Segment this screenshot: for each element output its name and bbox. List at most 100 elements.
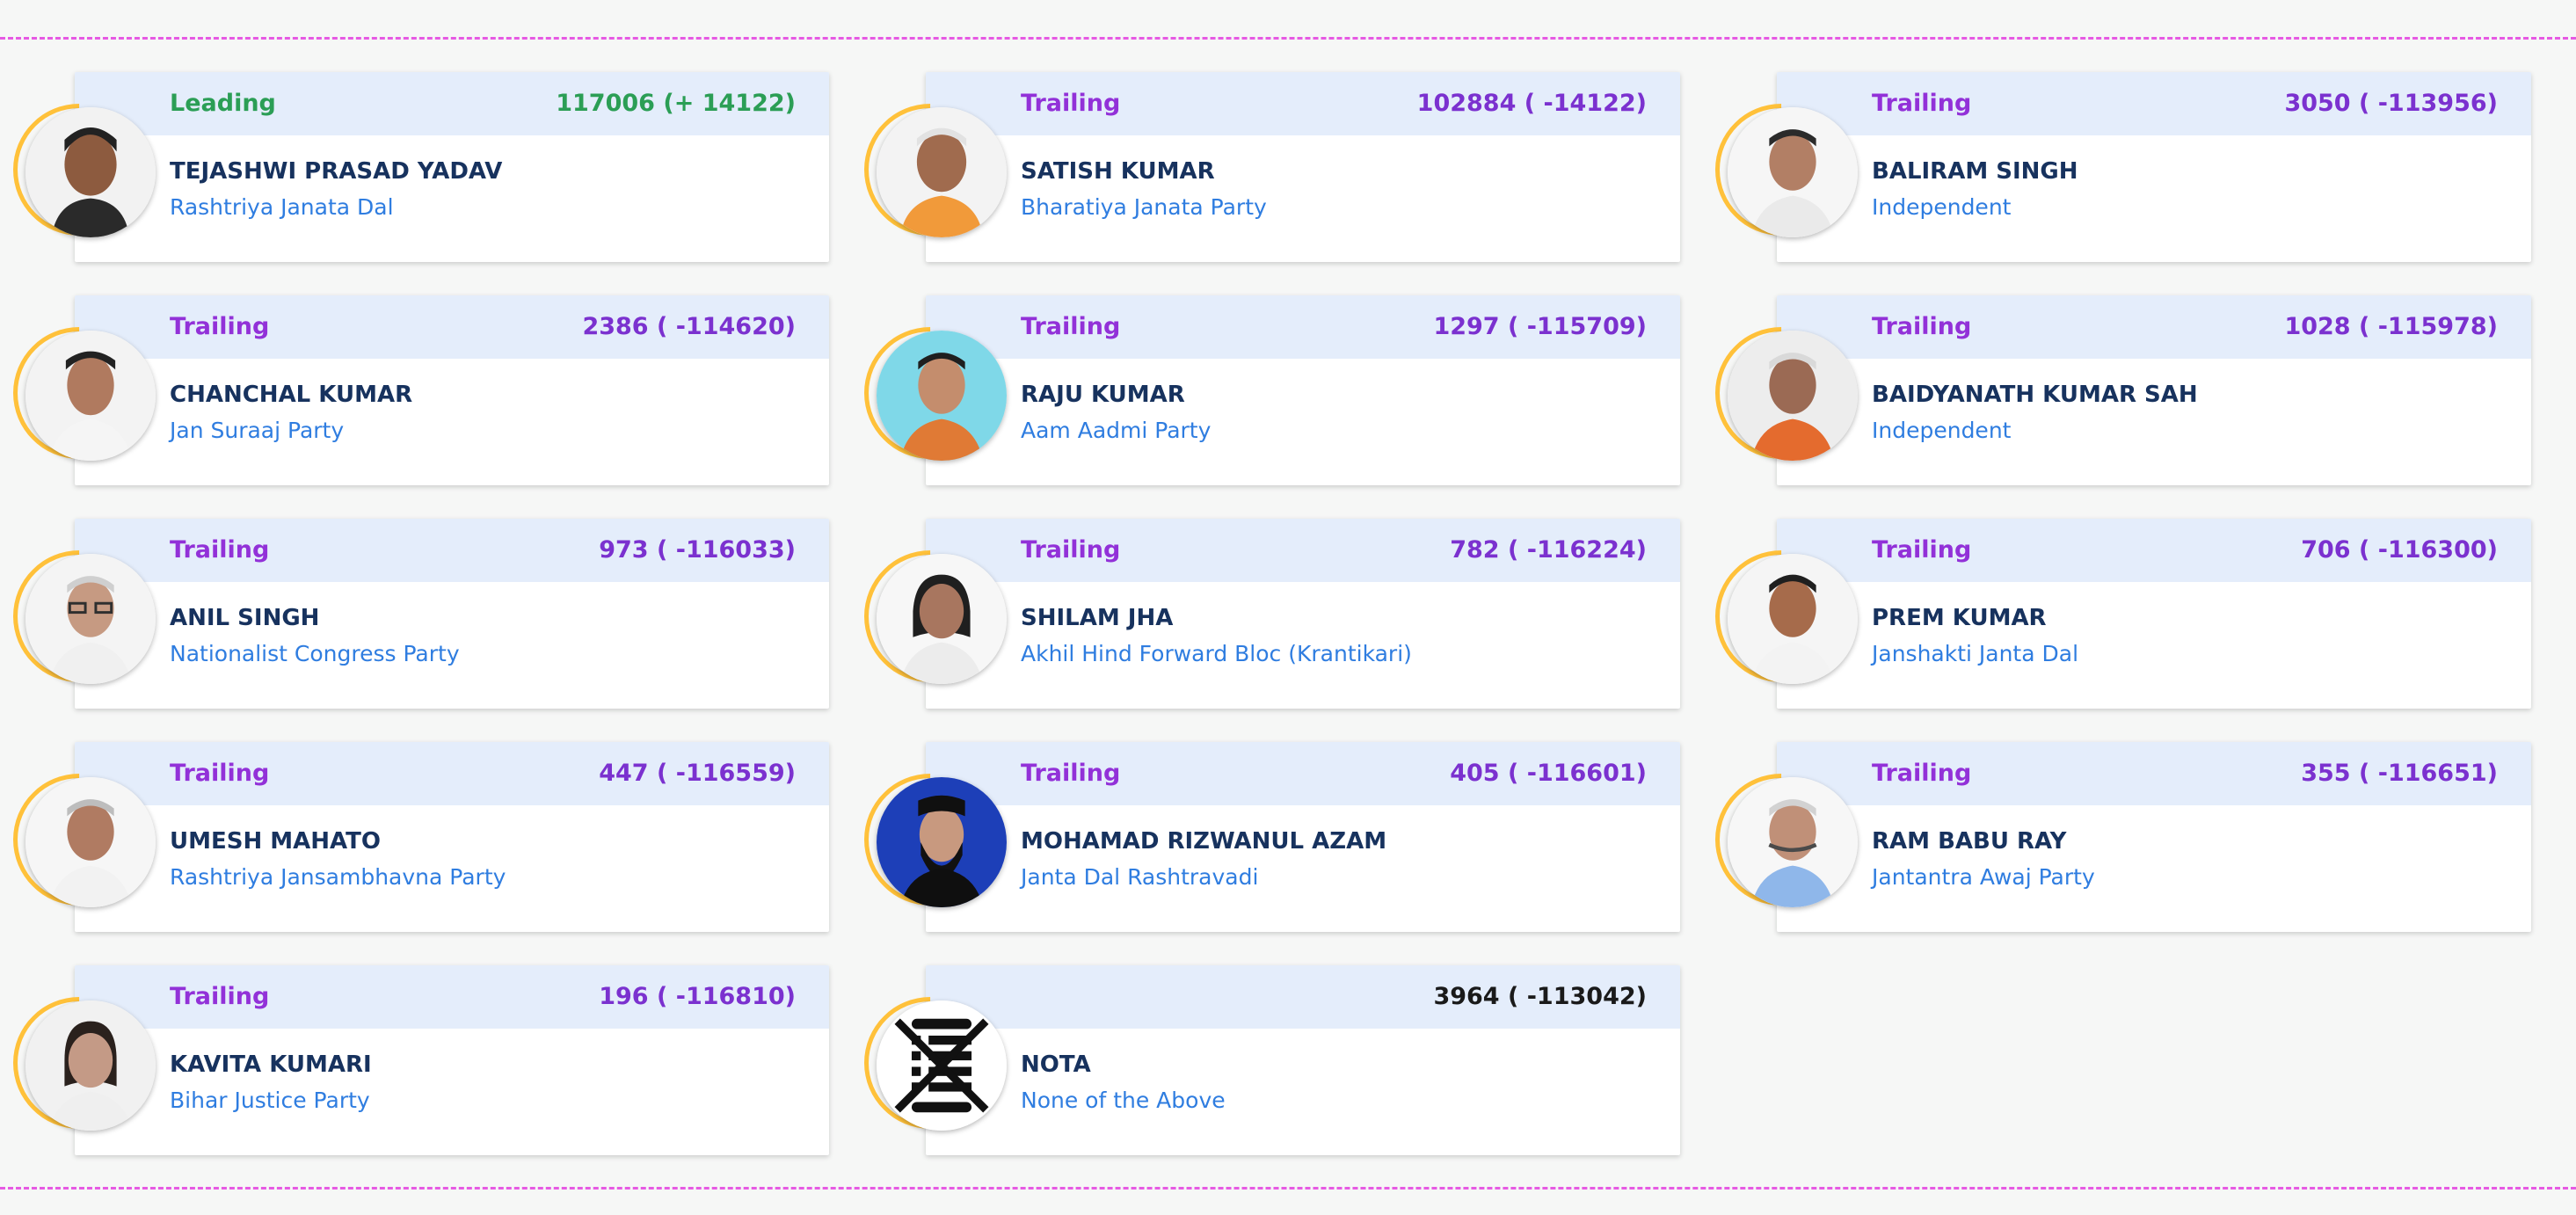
- vote-count: 706 ( -116300): [2301, 536, 2498, 564]
- status-label: Trailing: [1021, 313, 1121, 340]
- candidate-card[interactable]: Trailing 782 ( -116224) SHILAM JHA Akhil…: [836, 519, 1682, 710]
- party-name: Nationalist Congress Party: [170, 641, 460, 666]
- candidate-photo: [877, 107, 1007, 237]
- candidate-avatar: [0, 522, 173, 710]
- candidate-avatar: [836, 969, 1024, 1157]
- vote-count: 447 ( -116559): [599, 760, 796, 787]
- candidate-avatar: [0, 299, 173, 487]
- status-label: Trailing: [1872, 90, 1972, 117]
- candidate-panel: Trailing 447 ( -116559) UMESH MAHATO Ras…: [75, 742, 829, 932]
- candidate-name: TEJASHWI PRASAD YADAV: [170, 158, 503, 185]
- status-label: Trailing: [1872, 313, 1972, 340]
- vote-count: 1028 ( -115978): [2284, 313, 2498, 340]
- candidate-card[interactable]: 3964 ( -113042) NOTA None of the Above: [836, 965, 1682, 1157]
- vote-count: 3050 ( -113956): [2284, 90, 2498, 117]
- candidate-name: SATISH KUMAR: [1021, 158, 1215, 185]
- vote-count: 405 ( -116601): [1450, 760, 1647, 787]
- status-label: Trailing: [1021, 760, 1121, 787]
- vote-count: 117006 (+ 14122): [556, 90, 796, 117]
- candidate-avatar: [1687, 522, 1875, 710]
- candidate-card[interactable]: Trailing 2386 ( -114620) CHANCHAL KUMAR …: [0, 295, 831, 487]
- candidate-name: KAVITA KUMARI: [170, 1051, 372, 1078]
- candidate-panel: Trailing 1028 ( -115978) BAIDYANATH KUMA…: [1777, 295, 2531, 485]
- party-name: Rashtriya Janata Dal: [170, 194, 394, 220]
- party-name: Bharatiya Janata Party: [1021, 194, 1267, 220]
- candidate-name: SHILAM JHA: [1021, 605, 1174, 631]
- status-label: Trailing: [170, 983, 270, 1010]
- party-name: Janshakti Janta Dal: [1872, 641, 2079, 666]
- party-name: Rashtriya Jansambhavna Party: [170, 864, 506, 890]
- party-name: Jan Suraaj Party: [170, 418, 345, 443]
- vote-count: 973 ( -116033): [599, 536, 796, 564]
- candidate-grid: Leading 117006 (+ 14122) TEJASHWI PRASAD…: [0, 72, 2545, 1167]
- party-name: Bihar Justice Party: [170, 1088, 370, 1113]
- candidate-card[interactable]: Trailing 196 ( -116810) KAVITA KUMARI Bi…: [0, 965, 831, 1157]
- candidate-card[interactable]: Trailing 1297 ( -115709) RAJU KUMAR Aam …: [836, 295, 1682, 487]
- vote-count: 782 ( -116224): [1450, 536, 1647, 564]
- candidate-avatar: [0, 969, 173, 1157]
- candidate-panel: Trailing 355 ( -116651) RAM BABU RAY Jan…: [1777, 742, 2531, 932]
- party-name: Independent: [1872, 194, 2012, 220]
- candidate-card[interactable]: Trailing 1028 ( -115978) BAIDYANATH KUMA…: [1687, 295, 2533, 487]
- candidate-name: CHANCHAL KUMAR: [170, 382, 413, 408]
- candidate-card[interactable]: Trailing 3050 ( -113956) BALIRAM SINGH I…: [1687, 72, 2533, 264]
- candidate-panel: Trailing 196 ( -116810) KAVITA KUMARI Bi…: [75, 965, 829, 1155]
- candidate-panel: Trailing 3050 ( -113956) BALIRAM SINGH I…: [1777, 72, 2531, 262]
- status-label: Trailing: [170, 313, 270, 340]
- party-name: Janta Dal Rashtravadi: [1021, 864, 1259, 890]
- candidate-avatar: [836, 522, 1024, 710]
- candidate-panel: Leading 117006 (+ 14122) TEJASHWI PRASAD…: [75, 72, 829, 262]
- vote-count: 2386 ( -114620): [582, 313, 796, 340]
- candidate-photo: [25, 777, 156, 907]
- party-name: Independent: [1872, 418, 2012, 443]
- vote-count: 355 ( -116651): [2301, 760, 2498, 787]
- candidate-avatar: [1687, 76, 1875, 264]
- candidate-photo: [25, 554, 156, 684]
- candidate-card[interactable]: Leading 117006 (+ 14122) TEJASHWI PRASAD…: [0, 72, 831, 264]
- status-label: Trailing: [1872, 536, 1972, 564]
- candidate-name: RAJU KUMAR: [1021, 382, 1185, 408]
- candidate-photo: [877, 777, 1007, 907]
- top-divider: [0, 37, 2576, 40]
- candidate-panel: Trailing 405 ( -116601) MOHAMAD RIZWANUL…: [926, 742, 1680, 932]
- candidate-card[interactable]: Trailing 706 ( -116300) PREM KUMAR Jansh…: [1687, 519, 2533, 710]
- candidate-photo: [1728, 777, 1858, 907]
- candidate-panel: 3964 ( -113042) NOTA None of the Above: [926, 965, 1680, 1155]
- candidate-photo: [1728, 331, 1858, 461]
- candidate-name: ANIL SINGH: [170, 605, 320, 631]
- candidate-name: BAIDYANATH KUMAR SAH: [1872, 382, 2198, 408]
- candidate-panel: Trailing 2386 ( -114620) CHANCHAL KUMAR …: [75, 295, 829, 485]
- candidate-photo: [877, 331, 1007, 461]
- candidate-card[interactable]: Trailing 973 ( -116033) ANIL SINGH Natio…: [0, 519, 831, 710]
- results-page: Leading 117006 (+ 14122) TEJASHWI PRASAD…: [0, 0, 2576, 1215]
- candidate-avatar: [836, 746, 1024, 934]
- status-label: Trailing: [170, 760, 270, 787]
- candidate-card[interactable]: Trailing 355 ( -116651) RAM BABU RAY Jan…: [1687, 742, 2533, 934]
- status-label: Leading: [170, 90, 276, 117]
- status-label: Trailing: [170, 536, 270, 564]
- candidate-photo: [877, 554, 1007, 684]
- candidate-name: BALIRAM SINGH: [1872, 158, 2078, 185]
- candidate-photo: [25, 1000, 156, 1131]
- candidate-name: NOTA: [1021, 1051, 1091, 1078]
- candidate-card[interactable]: Trailing 447 ( -116559) UMESH MAHATO Ras…: [0, 742, 831, 934]
- candidate-avatar: [1687, 746, 1875, 934]
- candidate-panel: Trailing 706 ( -116300) PREM KUMAR Jansh…: [1777, 519, 2531, 709]
- candidate-avatar: [836, 76, 1024, 264]
- candidate-card[interactable]: Trailing 405 ( -116601) MOHAMAD RIZWANUL…: [836, 742, 1682, 934]
- party-name: Jantantra Awaj Party: [1872, 864, 2095, 890]
- candidate-name: MOHAMAD RIZWANUL AZAM: [1021, 828, 1387, 855]
- bottom-divider: [0, 1187, 2576, 1190]
- candidate-panel: Trailing 1297 ( -115709) RAJU KUMAR Aam …: [926, 295, 1680, 485]
- candidate-avatar: [836, 299, 1024, 487]
- candidate-name: RAM BABU RAY: [1872, 828, 2067, 855]
- candidate-avatar: [0, 76, 173, 264]
- vote-count: 3964 ( -113042): [1433, 983, 1647, 1010]
- vote-count: 196 ( -116810): [599, 983, 796, 1010]
- status-label: Trailing: [1021, 90, 1121, 117]
- candidate-name: PREM KUMAR: [1872, 605, 2047, 631]
- candidate-panel: Trailing 102884 ( -14122) SATISH KUMAR B…: [926, 72, 1680, 262]
- party-name: None of the Above: [1021, 1088, 1226, 1113]
- vote-count: 1297 ( -115709): [1433, 313, 1647, 340]
- candidate-card[interactable]: Trailing 102884 ( -14122) SATISH KUMAR B…: [836, 72, 1682, 264]
